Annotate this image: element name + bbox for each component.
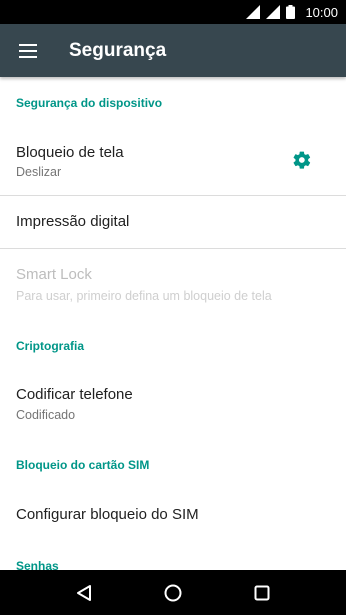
encrypt-phone-item[interactable]: Codificar telefone Codificado [0, 368, 346, 434]
menu-icon [19, 43, 37, 58]
section-header-passwords: Senhas [16, 559, 59, 570]
menu-button[interactable] [0, 24, 56, 77]
recents-icon [254, 585, 270, 600]
smart-lock-title: Smart Lock [16, 266, 92, 283]
screen-lock-summary: Deslizar [16, 165, 62, 179]
encrypt-phone-summary: Codificado [16, 408, 76, 422]
back-icon [77, 584, 92, 601]
home-button[interactable] [149, 570, 197, 615]
status-bar: 10:00 [0, 0, 346, 24]
recents-button[interactable] [238, 570, 286, 615]
battery-icon [286, 5, 296, 19]
smart-lock-item: Smart Lock Para usar, primeiro defina um… [0, 249, 346, 317]
section-header-sim-lock: Bloqueio do cartão SIM [16, 458, 150, 472]
back-button[interactable] [60, 570, 108, 615]
page-title: Segurança [69, 39, 167, 61]
home-icon [164, 584, 182, 601]
sim-lock-setup-title: Configurar bloqueio do SIM [16, 506, 199, 523]
fingerprint-title: Impressão digital [16, 213, 130, 230]
section-header-device-security: Segurança do dispositivo [16, 96, 163, 110]
smart-lock-summary: Para usar, primeiro defina um bloqueio d… [16, 289, 272, 303]
fingerprint-item[interactable]: Impressão digital [0, 196, 346, 248]
gear-icon[interactable] [292, 150, 312, 170]
screen-lock-title: Bloqueio de tela [16, 144, 124, 161]
status-time: 10:00 [305, 4, 338, 20]
settings-list[interactable]: Segurança do dispositivo Bloqueio de tel… [0, 77, 346, 570]
signal-icon [266, 5, 281, 19]
section-header-encryption: Criptografia [16, 339, 85, 353]
navigation-bar [0, 570, 346, 615]
signal-icon [246, 5, 261, 19]
app-bar: Segurança [0, 24, 346, 77]
encrypt-phone-title: Codificar telefone [16, 386, 133, 403]
sim-lock-setup-item[interactable]: Configurar bloqueio do SIM [0, 487, 346, 547]
